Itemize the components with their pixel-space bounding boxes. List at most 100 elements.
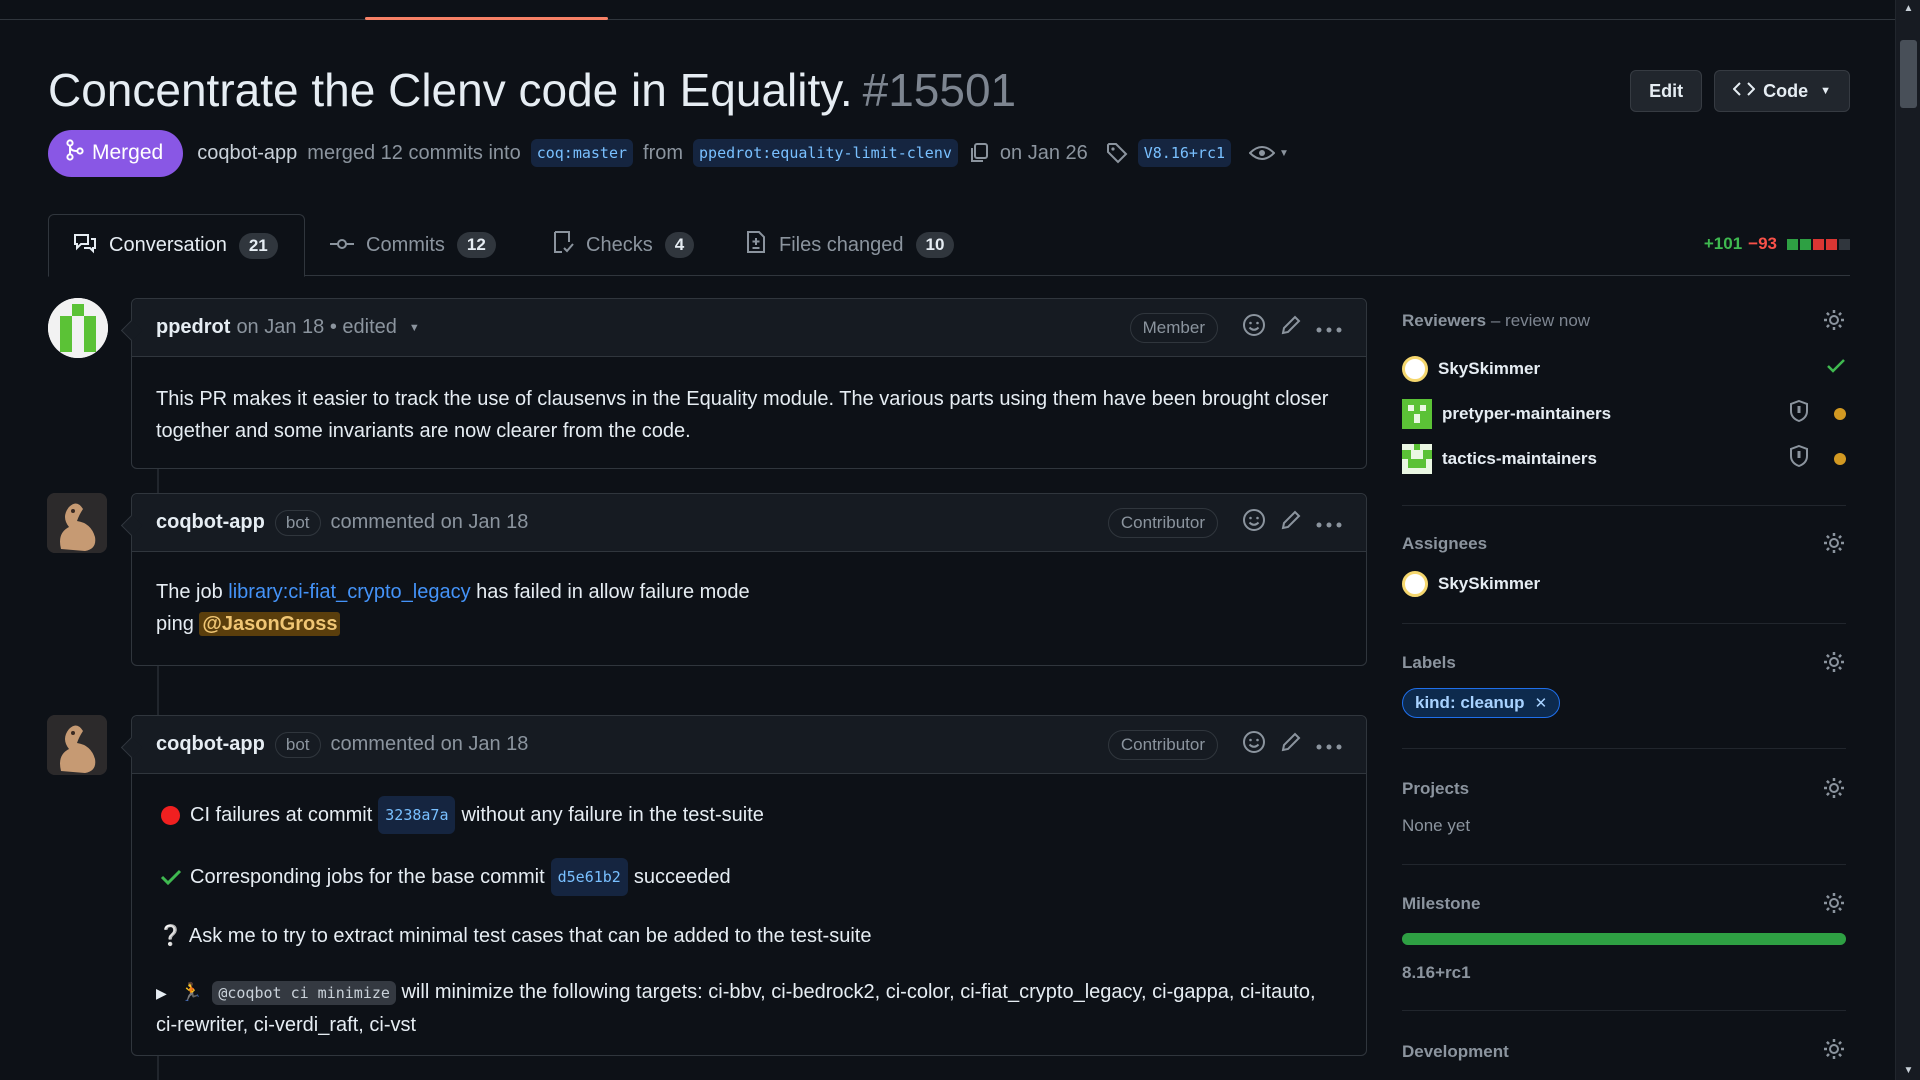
user-mention[interactable]: @JasonGross <box>199 612 341 636</box>
reviewer-item[interactable]: SkySkimmer <box>1402 346 1846 391</box>
scroll-down-icon[interactable]: ▼ <box>1896 1062 1920 1080</box>
sidebar: Reviewers – review now SkySkimmer pretyp… <box>1402 308 1846 1071</box>
comment-meta[interactable]: commented on Jan 18 <box>331 733 529 756</box>
avatar <box>1402 355 1428 382</box>
gear-icon[interactable] <box>1822 650 1846 679</box>
avatar[interactable] <box>47 715 107 775</box>
kebab-horizontal-icon[interactable] <box>1316 511 1342 534</box>
assignees-section: Assignees SkySkimmer <box>1402 506 1846 624</box>
tab-conversation[interactable]: Conversation 21 <box>48 214 305 277</box>
role-badge: Contributor <box>1107 507 1218 538</box>
inline-code: @coqbot ci minimize <box>212 981 396 1005</box>
body-text: Ask me to try to extract minimal test ca… <box>188 925 872 947</box>
milestone-section: Milestone 8.16+rc1 <box>1402 865 1846 1011</box>
tab-label: Checks <box>586 233 653 256</box>
assignee-item[interactable]: SkySkimmer <box>1402 561 1846 606</box>
pencil-icon[interactable] <box>1280 731 1302 759</box>
assignee-name[interactable]: SkySkimmer <box>1438 574 1540 594</box>
reviewer-item[interactable]: tactics-maintainers <box>1402 436 1846 481</box>
smiley-icon[interactable] <box>1242 508 1266 538</box>
comment-meta[interactable]: on Jan 18 • edited <box>236 316 396 339</box>
development-title[interactable]: Development <box>1402 1039 1846 1065</box>
body-text: without any failure in the test-suite <box>461 804 764 826</box>
kebab-horizontal-icon[interactable] <box>1316 733 1342 756</box>
disclosure-triangle-icon[interactable]: ▶ <box>156 985 167 1001</box>
labels-section: Labels kind: cleanup ✕ <box>1402 624 1846 749</box>
comment-body: CI failures at commit 3238a7a without an… <box>132 774 1366 1065</box>
diffstat-bar <box>1787 238 1850 250</box>
red-circle-icon <box>161 805 180 825</box>
assignees-title[interactable]: Assignees <box>1402 531 1846 557</box>
copy-icon[interactable] <box>968 142 990 164</box>
close-icon[interactable]: ✕ <box>1535 694 1548 712</box>
review-now-link[interactable]: – review now <box>1491 311 1590 330</box>
commit-sha-link[interactable]: 3238a7a <box>378 796 456 834</box>
page-title: Concentrate the Clenv code in Equality. #… <box>48 60 1850 120</box>
code-button[interactable]: Code ▼ <box>1714 70 1850 112</box>
shield-icon <box>1790 444 1808 472</box>
label-chip[interactable]: kind: cleanup ✕ <box>1402 688 1561 718</box>
minimize-details[interactable]: ▶ 🏃 @coqbot ci minimize will minimize th… <box>156 976 1342 1041</box>
job-link[interactable]: library:ci-fiat_crypto_legacy <box>228 581 470 603</box>
smiley-icon[interactable] <box>1242 313 1266 343</box>
gear-icon[interactable] <box>1822 1037 1846 1066</box>
comment-body: The job library:ci-fiat_crypto_legacy ha… <box>132 552 1366 664</box>
role-badge: Member <box>1129 312 1218 343</box>
eye-icon[interactable]: ▼ <box>1249 144 1289 162</box>
avatar[interactable] <box>48 298 108 358</box>
kebab-horizontal-icon[interactable] <box>1316 316 1342 339</box>
labels-title[interactable]: Labels <box>1402 650 1846 676</box>
tab-counter: 12 <box>456 232 496 258</box>
code-label: Code <box>1763 80 1809 101</box>
check-icon <box>160 868 182 886</box>
gear-icon[interactable] <box>1822 531 1846 560</box>
scrollbar[interactable]: ▲ ▼ <box>1895 0 1920 1080</box>
comment-meta[interactable]: commented on Jan 18 <box>331 511 529 534</box>
milestone-link[interactable]: 8.16+rc1 <box>1402 963 1846 983</box>
tab-counter: 10 <box>915 232 955 258</box>
tab-counter: 4 <box>664 232 695 258</box>
comment-body: This PR makes it easier to track the use… <box>156 388 1329 442</box>
reviewer-name[interactable]: pretyper-maintainers <box>1442 404 1611 424</box>
merge-author-link[interactable]: coqbot-app <box>197 142 297 165</box>
avatar <box>1402 570 1428 597</box>
milestone-progress-track <box>1402 933 1846 945</box>
reviewer-name[interactable]: SkySkimmer <box>1438 359 1540 379</box>
tab-commits[interactable]: Commits 12 <box>306 214 520 276</box>
gear-icon[interactable] <box>1822 891 1846 920</box>
bot-badge: bot <box>274 731 321 758</box>
comment-author[interactable]: coqbot-app <box>156 733 265 756</box>
head-branch-link[interactable]: ppedrot:equality-limit-clenv <box>693 139 958 167</box>
release-tag-link[interactable]: V8.16+rc1 <box>1137 139 1232 167</box>
commit-sha-link[interactable]: d5e61b2 <box>550 858 628 896</box>
tab-files-changed[interactable]: Files changed 10 <box>721 214 978 276</box>
gear-icon[interactable] <box>1822 776 1846 805</box>
edit-button[interactable]: Edit <box>1630 70 1703 112</box>
comment-author[interactable]: coqbot-app <box>156 511 265 534</box>
scroll-up-icon[interactable]: ▲ <box>1896 0 1920 18</box>
additions-count: +101 <box>1703 234 1743 253</box>
tab-checks[interactable]: Checks 4 <box>528 214 718 276</box>
pencil-icon[interactable] <box>1280 314 1302 342</box>
reviewers-title[interactable]: Reviewers – review now <box>1402 308 1846 334</box>
avatar[interactable] <box>47 493 107 553</box>
milestone-title[interactable]: Milestone <box>1402 891 1846 917</box>
reviewer-item[interactable]: pretyper-maintainers <box>1402 391 1846 436</box>
gear-icon[interactable] <box>1822 308 1846 337</box>
projects-title[interactable]: Projects <box>1402 776 1846 802</box>
ci-failure-line: CI failures at commit 3238a7a without an… <box>156 796 1342 834</box>
body-text: ping <box>156 613 194 635</box>
deletions-count: −93 <box>1748 234 1777 253</box>
body-text: The job <box>156 581 223 603</box>
chevron-down-icon[interactable]: ▼ <box>409 322 420 334</box>
comment-author[interactable]: ppedrot <box>156 316 230 339</box>
header-actions: Edit Code ▼ <box>1630 70 1850 112</box>
scrollbar-thumb[interactable] <box>1900 40 1917 108</box>
pencil-icon[interactable] <box>1280 509 1302 537</box>
status-badge: Merged <box>48 129 184 177</box>
from-text: from <box>643 141 684 164</box>
smiley-icon[interactable] <box>1242 730 1266 760</box>
reviewer-name[interactable]: tactics-maintainers <box>1442 449 1597 469</box>
pending-dot-icon <box>1834 452 1846 465</box>
base-branch-link[interactable]: coq:master <box>530 139 634 167</box>
